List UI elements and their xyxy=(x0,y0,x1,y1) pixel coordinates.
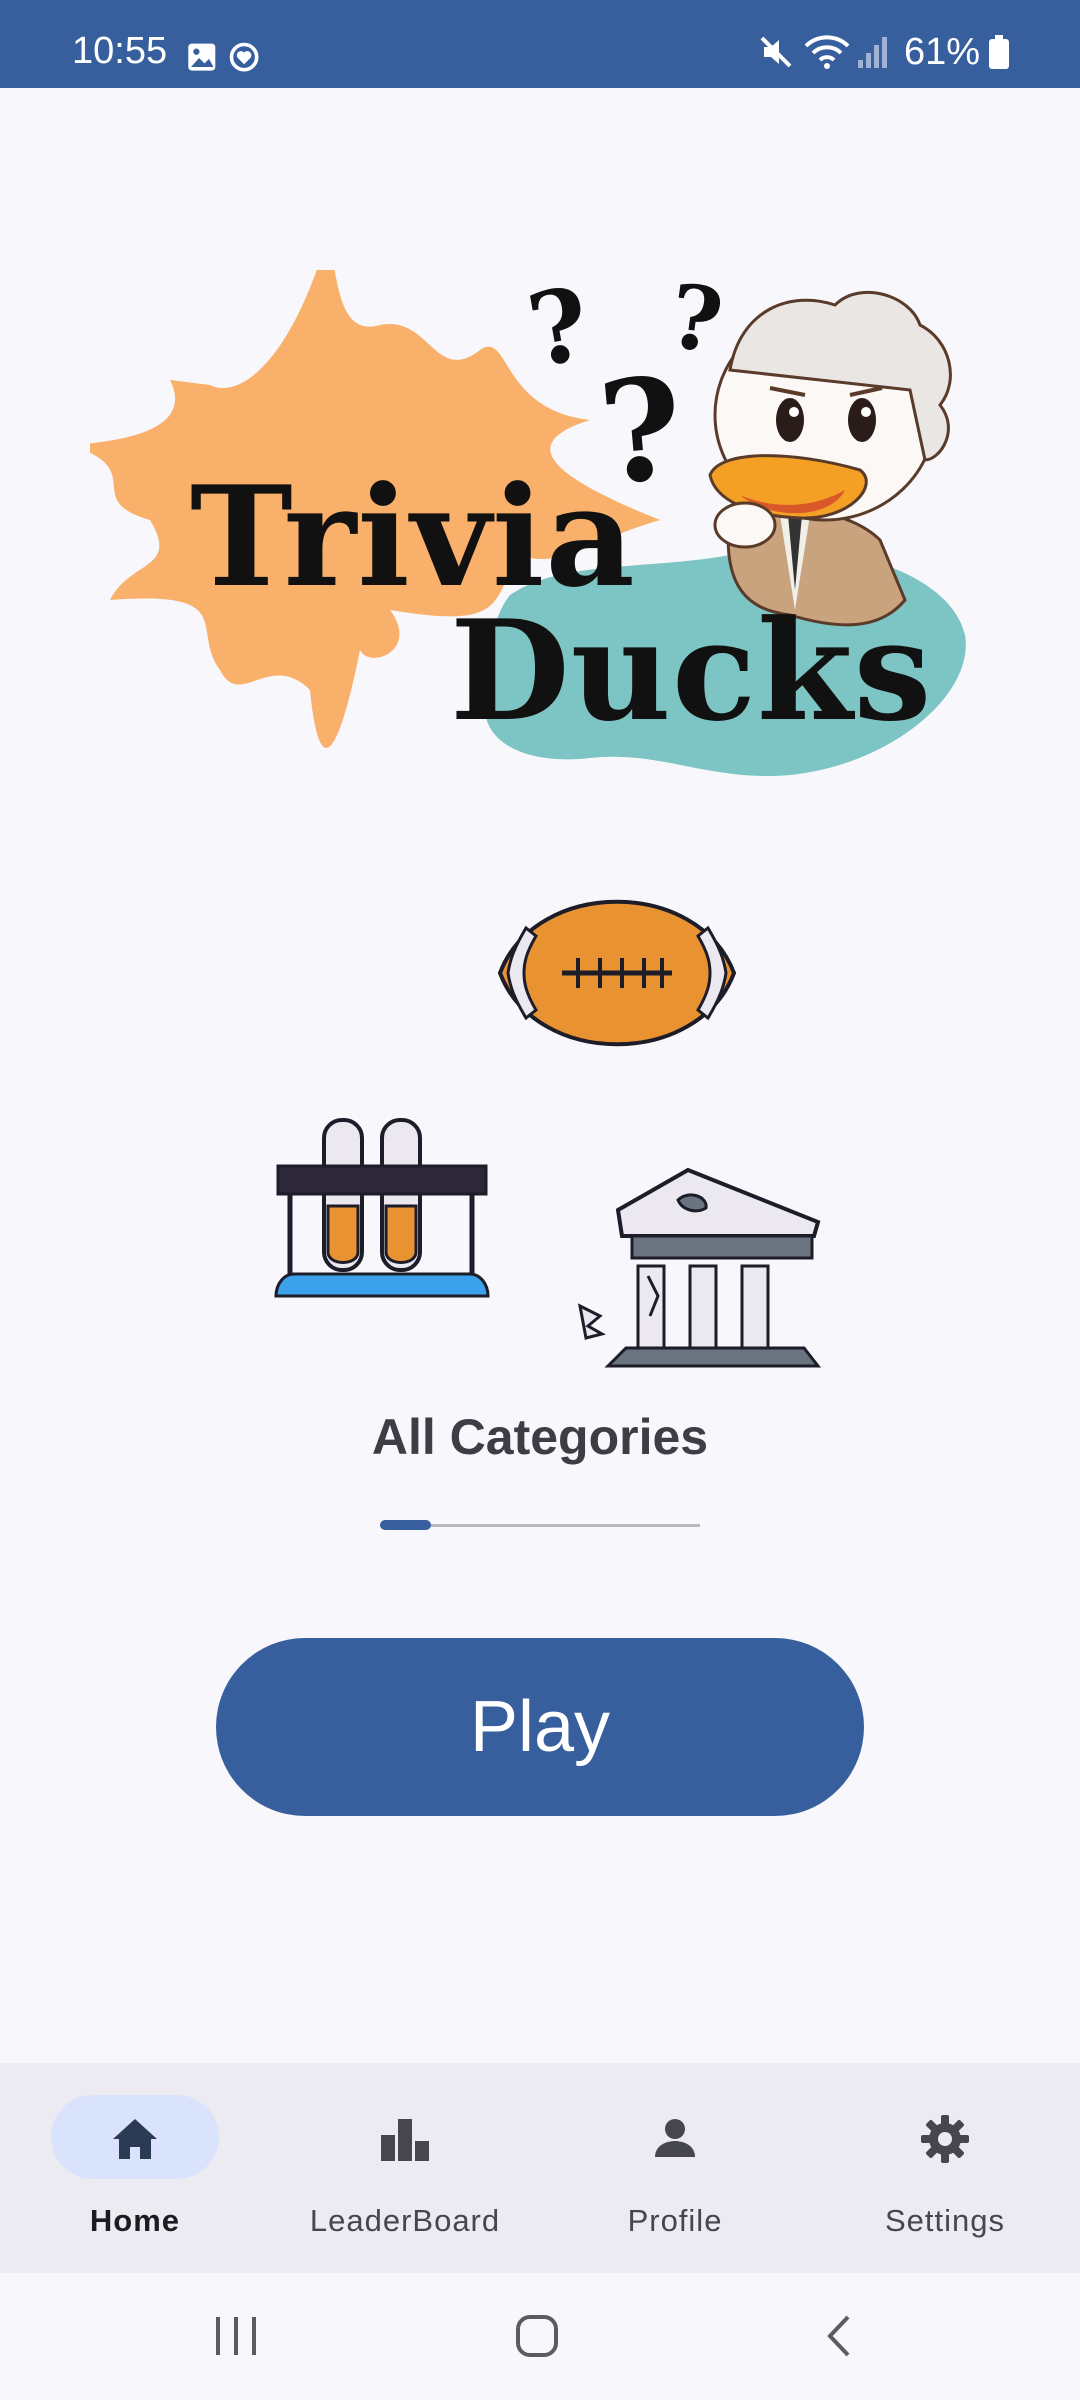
trivia-ducks-logo: ? ? ? Trivia Ducks xyxy=(90,270,990,790)
duck-mascot xyxy=(708,290,952,627)
home-icon xyxy=(113,2119,157,2159)
category-label: All Categories xyxy=(371,1409,709,1465)
nav-label-profile: Profile xyxy=(627,2203,723,2238)
recent-apps-icon[interactable] xyxy=(210,2313,262,2359)
football-icon xyxy=(497,899,737,1047)
leaderboard-icon xyxy=(381,2119,429,2161)
logo-word-ducks: Ducks xyxy=(450,589,933,752)
image-icon xyxy=(188,43,216,71)
status-bar: 10:55 61% xyxy=(0,0,1080,88)
back-icon[interactable] xyxy=(822,2313,856,2359)
mute-icon xyxy=(760,36,792,68)
status-right-group: 61% xyxy=(756,30,1010,73)
signal-icon xyxy=(857,37,887,68)
carousel-progress-fill xyxy=(380,1520,432,1530)
nav-label-settings: Settings xyxy=(884,2203,1005,2238)
status-notification-icons xyxy=(188,42,259,72)
wifi-icon xyxy=(804,35,850,69)
nav-item-home[interactable]: Home xyxy=(0,2063,270,2273)
nav-item-profile[interactable]: Profile xyxy=(540,2063,810,2273)
profile-icon xyxy=(655,2119,695,2157)
settings-icon xyxy=(921,2115,969,2163)
system-navigation-bar xyxy=(0,2273,1080,2400)
bottom-navigation: Home LeaderBoard Profile Settings xyxy=(0,2063,1080,2273)
heart-badge-icon xyxy=(229,42,259,72)
status-time: 10:55 xyxy=(72,30,168,72)
test-tubes-icon xyxy=(274,1118,490,1298)
nav-label-home: Home xyxy=(89,2203,181,2238)
question-mark: ? xyxy=(520,270,598,390)
home-circle-icon[interactable] xyxy=(514,2313,560,2359)
nav-item-leaderboard[interactable]: LeaderBoard xyxy=(270,2063,540,2273)
nav-item-settings[interactable]: Settings xyxy=(810,2063,1080,2273)
logo-word-trivia: Trivia xyxy=(190,455,636,618)
play-button[interactable]: Play xyxy=(216,1638,864,1816)
nav-label-leaderboard: LeaderBoard xyxy=(309,2203,501,2238)
battery-icon xyxy=(989,35,1009,69)
category-carousel[interactable] xyxy=(0,880,1080,1400)
carousel-progress xyxy=(380,1520,700,1530)
battery-percent: 61% xyxy=(903,30,980,73)
ancient-temple-icon xyxy=(578,1167,822,1368)
